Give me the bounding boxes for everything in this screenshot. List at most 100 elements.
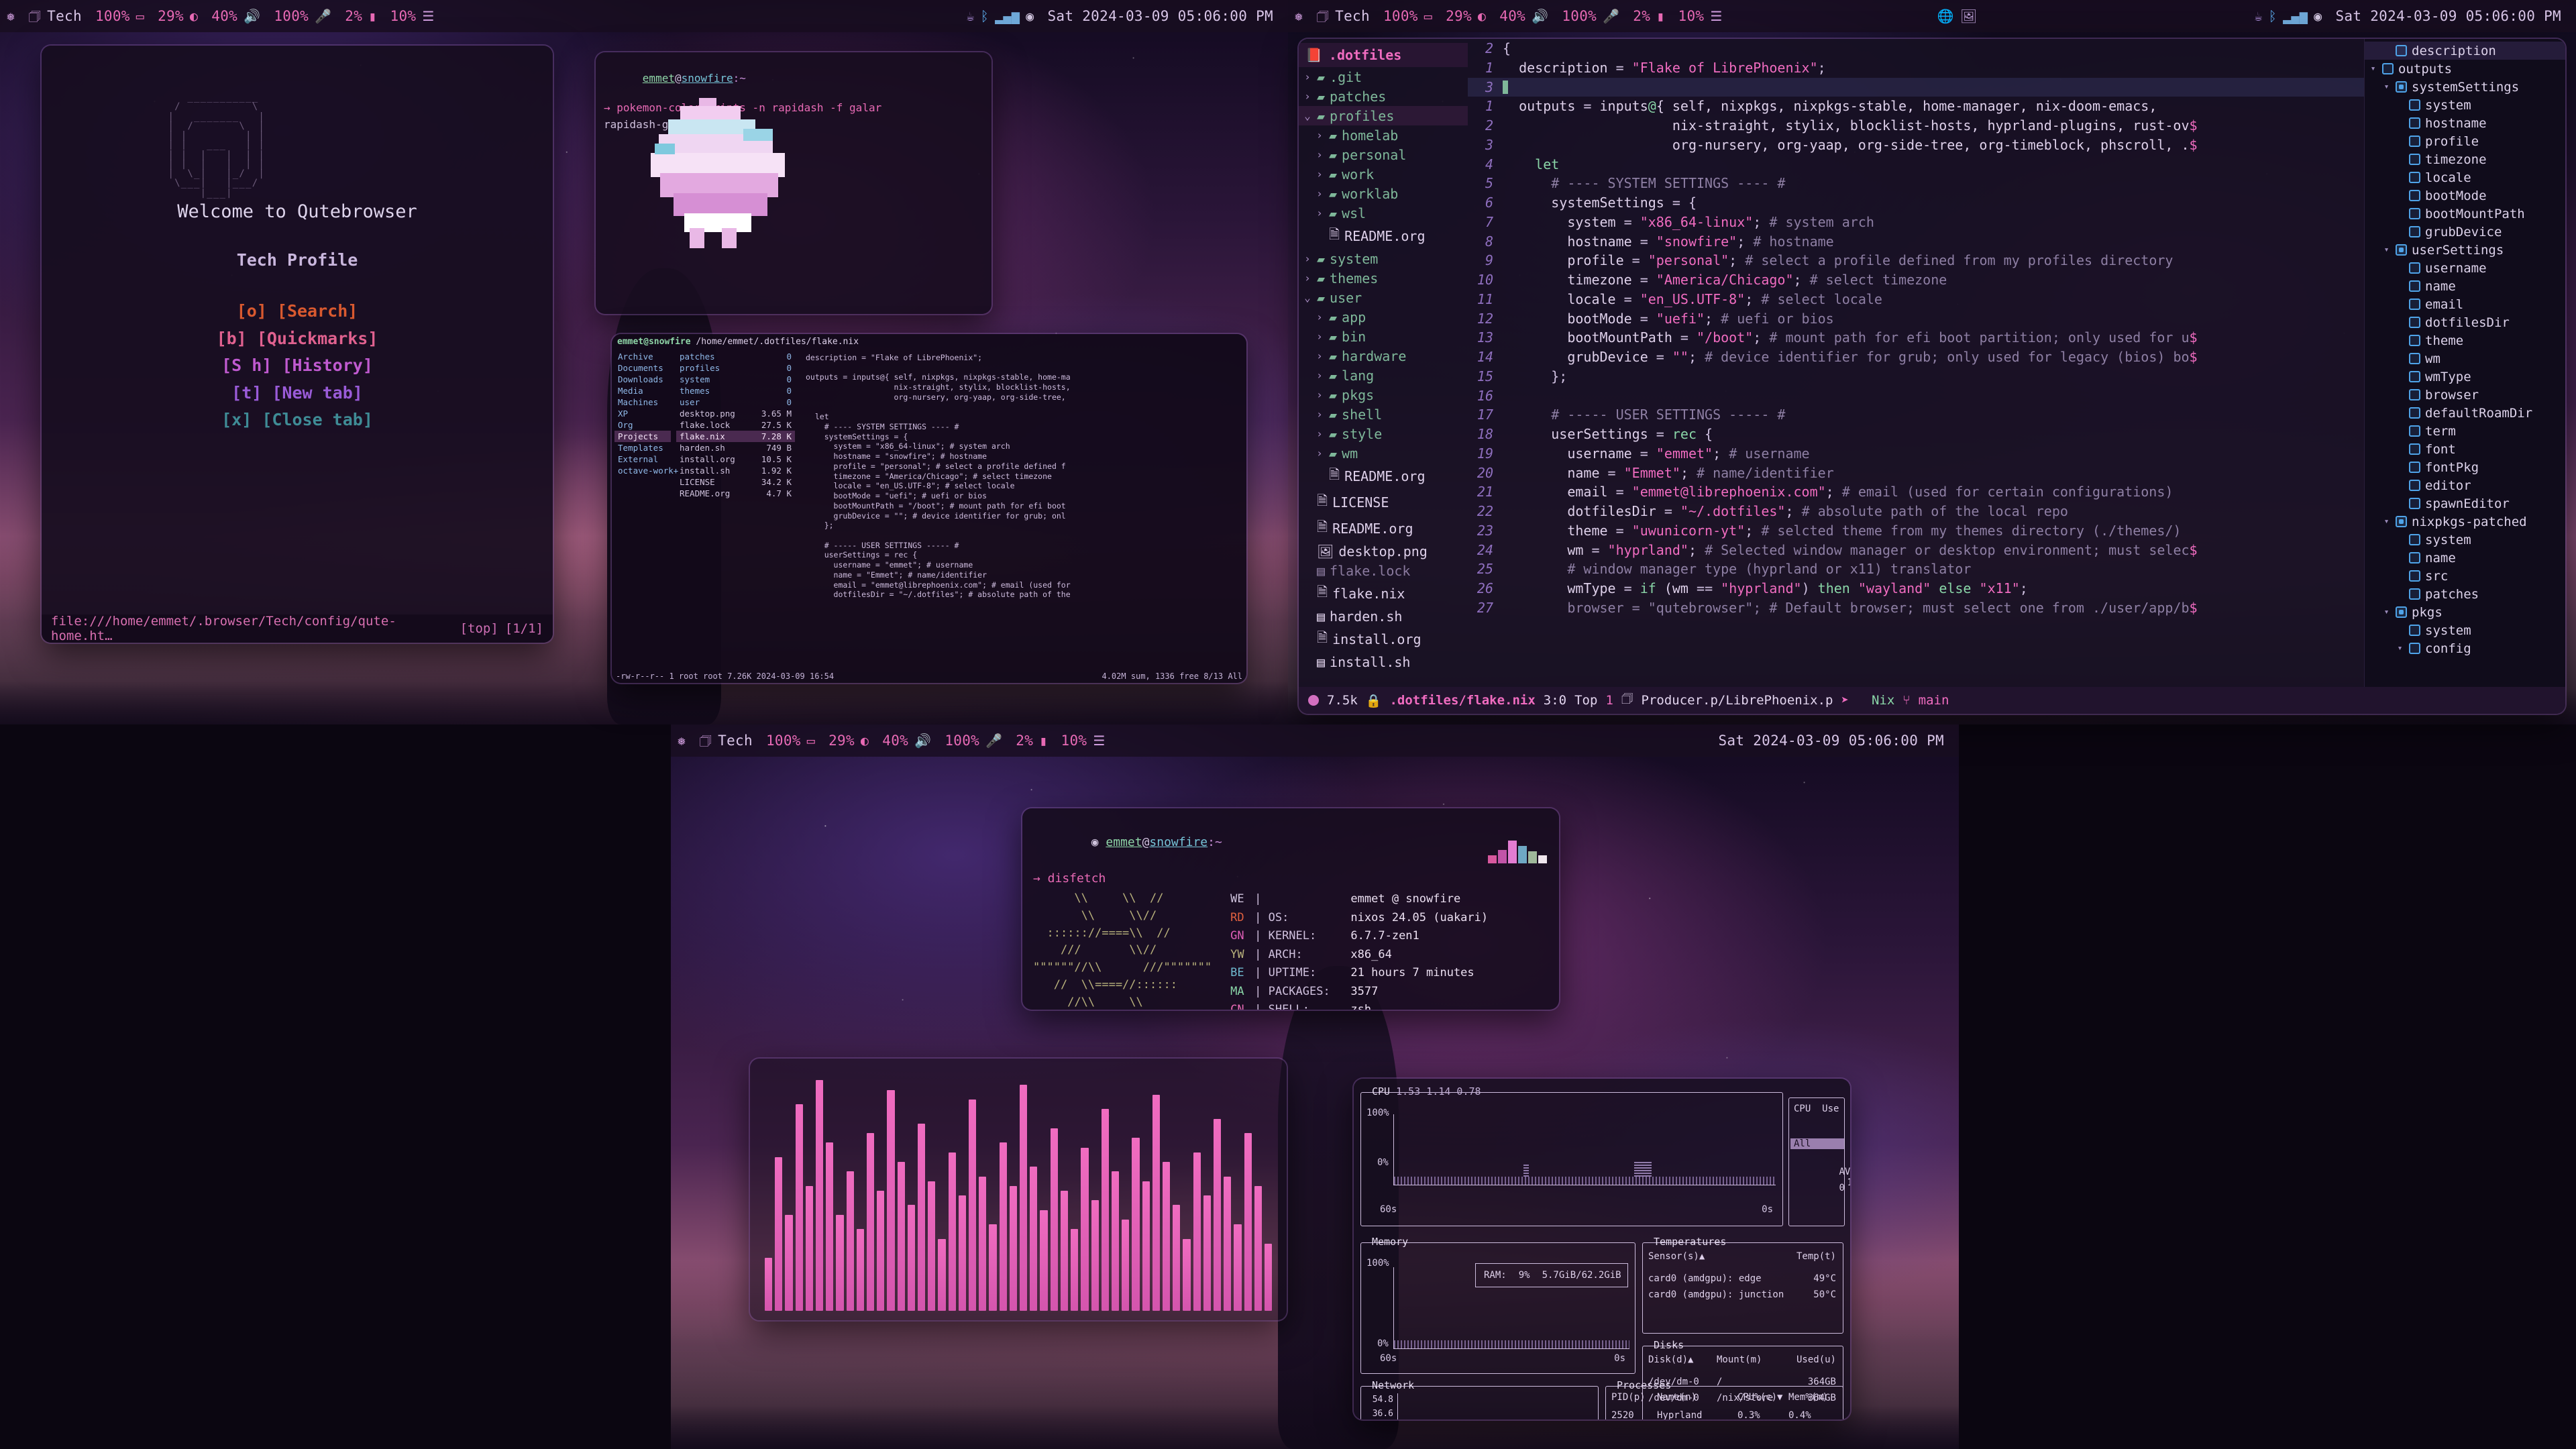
treemacs-node-style[interactable]: › ▰ style — [1299, 424, 1468, 443]
chevron-right-icon[interactable]: › — [1315, 408, 1324, 421]
code-line[interactable]: 3 — [1468, 77, 2364, 97]
treemacs-node-worklab[interactable]: › ▰ worklab — [1299, 184, 1468, 203]
btop-network-box[interactable]: Network 54.836.618.30Mb — [1360, 1379, 1599, 1419]
treemacs-node-personal[interactable]: › ▰ personal — [1299, 145, 1468, 164]
nix-snowflake-icon[interactable]: ❅ — [1295, 9, 1303, 23]
treemacs-node-pkgs[interactable]: › ▰ pkgs — [1299, 385, 1468, 405]
code-line[interactable]: 10 timezone = "America/Chicago"; # selec… — [1468, 270, 2364, 290]
btop-proc-col-cpu[interactable]: CPU%(c)▼ — [1737, 1392, 1782, 1403]
ranger-parent-item[interactable]: Archive — [614, 351, 671, 362]
volume-group-bottom[interactable]: 40% 🔊 — [875, 733, 938, 749]
code-line[interactable]: 27 browser = "qutebrowser"; # Default br… — [1468, 598, 2364, 618]
treemacs-node-install-sh[interactable]: ▤ install.sh — [1299, 652, 1468, 672]
outline-node-usersettings[interactable]: ▾ userSettings — [2365, 241, 2565, 259]
ranger-file-item[interactable]: install.sh 1.92 K — [676, 465, 795, 476]
treemacs-node-readme-org[interactable]: 🗎 README.org — [1299, 515, 1468, 541]
qutebrowser-shortcut[interactable]: [t] [New tab] — [42, 380, 553, 407]
wifi-icon[interactable]: ▂▄▆ — [2283, 9, 2308, 23]
ranger-file-item[interactable]: flake.lock 27.5 K — [676, 419, 795, 431]
ranger-file-item[interactable]: themes 0 — [676, 385, 795, 396]
treemacs-project-root[interactable]: 📕 .dotfiles — [1299, 43, 1468, 67]
treemacs-node--git[interactable]: › ▰ .git — [1299, 67, 1468, 87]
chevron-down-icon[interactable]: ▾ — [2382, 607, 2391, 617]
emacs-window[interactable]: 📕 .dotfiles › ▰ .git › ▰ patches ⌄ ▰ profiles › ▰ h… — [1299, 39, 2565, 714]
emacs-treemacs-sidebar[interactable]: 📕 .dotfiles › ▰ .git › ▰ patches ⌄ ▰ profiles › ▰ h… — [1299, 39, 1468, 687]
cpu-group-right[interactable]: 10% ☰ — [1672, 8, 1729, 24]
outline-node-bootmode[interactable]: bootMode — [2365, 186, 2565, 205]
chevron-right-icon[interactable]: › — [1315, 168, 1324, 180]
chevron-right-icon[interactable]: › — [1315, 207, 1324, 219]
chevron-down-icon[interactable]: ⌄ — [1303, 291, 1312, 304]
btop-memory-box[interactable]: Memory 100% 0% RAM: 9% 5.7GiB/62.2GiB 60… — [1360, 1236, 1635, 1374]
treemacs-node-patches[interactable]: › ▰ patches — [1299, 87, 1468, 106]
workspace-label[interactable]: Tech — [718, 733, 753, 749]
code-line[interactable]: 26 wmType = if (wm == "hyprland") then "… — [1468, 579, 2364, 598]
btop-cpu-box[interactable]: CPU 1.53 1.14 0.78 100% 0% 60s 0s — [1360, 1085, 1783, 1226]
code-line[interactable]: 15 }; — [1468, 367, 2364, 386]
chevron-down-icon[interactable]: ▾ — [2382, 517, 2391, 527]
code-line[interactable]: 14 grubDevice = ""; # device identifier … — [1468, 347, 2364, 367]
code-line[interactable]: 24 wm = "hyprland"; # Selected window ma… — [1468, 541, 2364, 560]
outline-node-term[interactable]: term — [2365, 422, 2565, 440]
chevron-right-icon[interactable]: › — [1315, 148, 1324, 161]
outline-node-spawneditor[interactable]: spawnEditor — [2365, 494, 2565, 513]
qutebrowser-shortcut[interactable]: [S h] [History] — [42, 352, 553, 380]
outline-node-bootmountpath[interactable]: bootMountPath — [2365, 205, 2565, 223]
outline-node-timezone[interactable]: timezone — [2365, 150, 2565, 168]
code-line[interactable]: 2{ — [1468, 39, 2364, 58]
chevron-right-icon[interactable]: › — [1303, 252, 1312, 265]
disc-icon[interactable]: ◉ — [2314, 9, 2322, 23]
outline-node-systemsettings[interactable]: ▾ systemSettings — [2365, 78, 2565, 96]
battery-group[interactable]: 100% ▭ — [89, 8, 151, 24]
volume-group[interactable]: 40% 🔊 — [205, 8, 267, 24]
outline-node-wm[interactable]: wm — [2365, 350, 2565, 368]
pokemon-terminal-window[interactable]: emmet@snowfire:~ → pokemon-colorscripts … — [596, 52, 991, 314]
outline-node-fontpkg[interactable]: fontPkg — [2365, 458, 2565, 476]
treemacs-node-themes[interactable]: › ▰ themes — [1299, 268, 1468, 288]
code-line[interactable]: 22 dotfilesDir = "~/.dotfiles"; # absolu… — [1468, 502, 2364, 521]
treemacs-node-flake-nix[interactable]: 🗎 flake.nix — [1299, 580, 1468, 606]
image-icon[interactable]: 🖼 — [1960, 9, 1978, 23]
code-line[interactable]: 3 org-nursery, org-yaap, org-side-tree, … — [1468, 136, 2364, 155]
chevron-right-icon[interactable]: › — [1315, 187, 1324, 200]
disfetch-terminal-window[interactable]: ◉ emmet@snowfire:~ → disfetch \\ \\ // \… — [1022, 808, 1559, 1010]
emacs-outline-sidebar[interactable]: description ▾ outputs ▾ systemSettings system… — [2364, 39, 2565, 687]
cava-visualizer-window[interactable] — [750, 1059, 1287, 1320]
chevron-right-icon[interactable]: › — [1303, 272, 1312, 284]
chevron-right-icon[interactable]: › — [1303, 90, 1312, 103]
cpu-group-bottom[interactable]: 10% ☰ — [1055, 733, 1112, 749]
code-line[interactable]: 19 username = "emmet"; # username — [1468, 444, 2364, 464]
ranger-parent-item[interactable]: Machines — [614, 396, 671, 408]
ranger-file-item[interactable]: LICENSE 34.2 K — [676, 476, 795, 488]
qutebrowser-statusbar[interactable]: file:///home/emmet/.browser/Tech/config/… — [42, 614, 553, 643]
code-lines[interactable]: 2{1 description = "Flake of LibrePhoenix… — [1468, 39, 2364, 618]
ranger-column-current[interactable]: patches 0 profiles 0 system 0 themes 0 user 0 desk… — [674, 350, 798, 638]
treemacs-node-readme-org[interactable]: 🗎 README.org — [1299, 463, 1468, 489]
workspace-label[interactable]: Tech — [47, 8, 82, 24]
btop-temperatures-box[interactable]: Temperatures Sensor(s)▲ Temp(t) card0 (a… — [1642, 1236, 1843, 1334]
statusbar-right-monitor[interactable]: ❅ 🗇 Tech 100% ▭ 29% ◐ 40% 🔊 100% 🎤 2% ▮ … — [1288, 0, 2576, 32]
statusbar-left-monitor[interactable]: ❅ 🗇 Tech 100% ▭ 29% ◐ 40% 🔊 100% 🎤 2% ▮ … — [0, 0, 1288, 32]
ranger-file-item[interactable]: README.org 4.7 K — [676, 488, 795, 499]
treemacs-node-app[interactable]: › ▰ app — [1299, 307, 1468, 327]
treemacs-node-readme-org[interactable]: 🗎 README.org — [1299, 223, 1468, 249]
volume-group-right[interactable]: 40% 🔊 — [1493, 8, 1555, 24]
statusbar-bottom-monitor[interactable]: ❅ 🗇 Tech 100% ▭ 29% ◐ 40% 🔊 100% 🎤 2% ▮ … — [671, 724, 1959, 757]
window-icons-group[interactable]: 🌐 🖼 — [1931, 9, 1984, 23]
btop-disk-col-disk[interactable]: Disk(d)▲ — [1648, 1354, 1693, 1365]
outline-node-name[interactable]: name — [2365, 549, 2565, 567]
outline-node-system[interactable]: system — [2365, 621, 2565, 639]
code-line[interactable]: 25 # window manager type (hyprland or x1… — [1468, 559, 2364, 579]
chevron-right-icon[interactable]: › — [1315, 388, 1324, 401]
nix-logo-group[interactable]: ❅ — [0, 9, 21, 23]
treemacs-node-license[interactable]: 🗎 LICENSE — [1299, 489, 1468, 515]
tray-group[interactable]: ☕ ᛒ ▂▄▆ ◉ — [959, 9, 1040, 23]
code-line[interactable]: 17 # ----- USER SETTINGS ----- # — [1468, 405, 2364, 425]
treemacs-node-system[interactable]: › ▰ system — [1299, 249, 1468, 268]
ranger-file-item[interactable]: flake.nix 7.28 K — [676, 431, 795, 442]
btop-process-row[interactable]: 2520 Hyprland 0.3% 0.4% — [1611, 1408, 1839, 1419]
code-line[interactable]: 2 nix-straight, stylix, blocklist-hosts,… — [1468, 116, 2364, 136]
code-line[interactable]: 21 email = "emmet@librephoenix.com"; # e… — [1468, 482, 2364, 502]
code-line[interactable]: 11 locale = "en_US.UTF-8"; # select loca… — [1468, 290, 2364, 309]
code-line[interactable]: 12 bootMode = "uefi"; # uefi or bios — [1468, 309, 2364, 329]
